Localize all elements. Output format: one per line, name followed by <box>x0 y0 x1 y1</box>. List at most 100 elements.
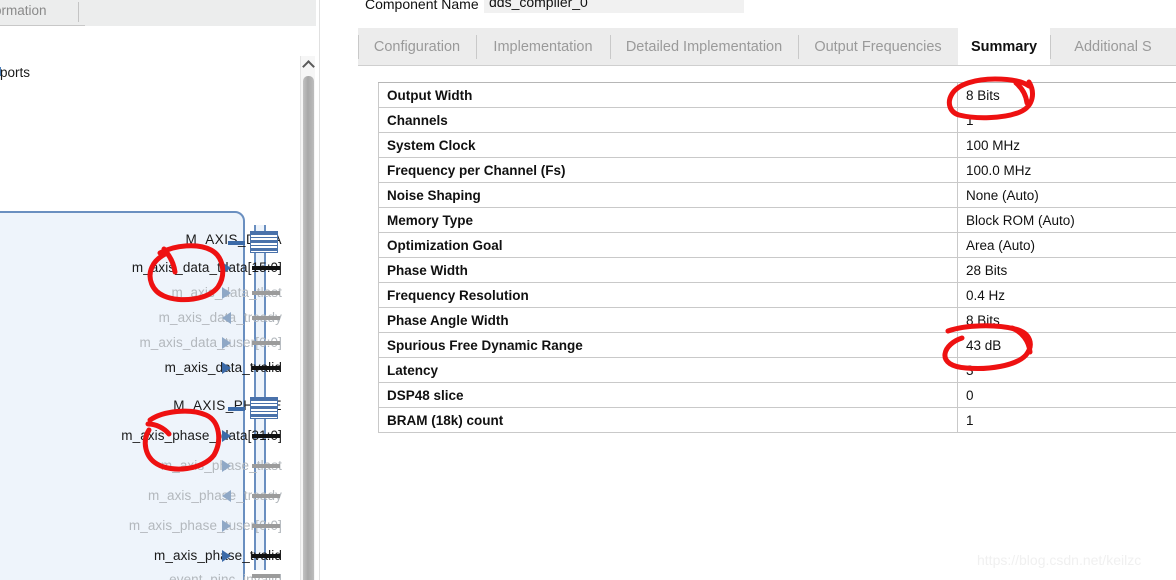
summary-row-label: DSP48 slice <box>378 383 958 407</box>
table-row[interactable]: BRAM (18k) count 1 <box>378 408 1176 433</box>
tabbar-underline <box>358 65 1176 66</box>
port-pin-phase-tdata <box>252 434 280 438</box>
summary-row-value: 0 <box>966 387 974 403</box>
left-tabstrip-filler <box>85 0 320 26</box>
panel-splitter[interactable] <box>316 0 320 580</box>
summary-row-label: Optimization Goal <box>378 233 958 257</box>
arrow-out-icon-data-tlast <box>222 287 231 299</box>
watermark-text: https://blog.csdn.net/keilzc <box>977 552 1142 568</box>
group-collapse-dash-data[interactable] <box>228 241 245 245</box>
summary-table: Output Width 8 Bits Channels 1 System Clock 1… <box>378 82 1176 433</box>
tab-additional-s[interactable]: Additional S <box>1050 28 1176 66</box>
table-row[interactable]: Channels 1 <box>378 108 1176 133</box>
tab-separator <box>476 35 477 59</box>
summary-row-label: Output Width <box>378 83 958 107</box>
port-pin-event-pinc-invalid <box>252 574 280 578</box>
summary-row-value: 100 MHz <box>966 137 1021 153</box>
scrollbar-thumb[interactable] <box>303 76 314 580</box>
table-row[interactable]: Output Width 8 Bits <box>378 83 1176 108</box>
table-row[interactable]: Phase Width 28 Bits <box>378 258 1176 283</box>
tab-label: Implementation <box>493 39 593 55</box>
arrow-out-icon-phase-tvalid <box>222 550 231 562</box>
tab-implementation[interactable]: Implementation <box>476 28 610 66</box>
tab-label: Detailed Implementation <box>625 39 783 55</box>
component-name-input[interactable] <box>484 0 744 13</box>
arrow-out-icon-phase-tdata <box>222 430 231 442</box>
tab-configuration[interactable]: Configuration <box>358 28 476 66</box>
summary-row-label: Frequency Resolution <box>378 283 958 307</box>
port-pin-data-tready <box>252 316 280 320</box>
summary-row-value: None (Auto) <box>966 187 1039 203</box>
arrow-out-icon-data-tuser <box>222 337 231 349</box>
table-row[interactable]: DSP48 slice 0 <box>378 383 1176 408</box>
summary-row-value: 100.0 MHz <box>966 162 1032 178</box>
component-name-label: Component Name <box>365 0 479 12</box>
port-pin-data-tvalid <box>252 366 280 370</box>
chevron-up-icon[interactable] <box>301 56 315 71</box>
summary-row-value: 8 Bits <box>966 87 1000 103</box>
port-pin-phase-tvalid <box>252 554 280 558</box>
summary-row-label: Channels <box>378 108 958 132</box>
summary-row-label: BRAM (18k) count <box>378 408 958 432</box>
summary-row-value: 0.4 Hz <box>966 287 1006 303</box>
summary-row-value: 1 <box>966 412 974 428</box>
bus-connector-data-icon <box>250 231 278 253</box>
summary-row-value: 43 dB <box>966 337 1002 353</box>
summary-row-value: Block ROM (Auto) <box>966 212 1075 228</box>
arrow-in-icon-phase-tready <box>222 490 231 502</box>
port-pin-phase-tlast <box>252 464 280 468</box>
table-row[interactable]: Latency 3 <box>378 358 1176 383</box>
summary-row-label: Phase Width <box>378 258 958 282</box>
port-pin-phase-tuser <box>252 524 280 528</box>
tab-summary[interactable]: Summary <box>958 28 1050 66</box>
arrow-out-icon-phase-tlast <box>222 460 231 472</box>
table-row[interactable]: Frequency per Channel (Fs) 100.0 MHz <box>378 158 1176 183</box>
port-pin-data-tuser <box>252 341 280 345</box>
tab-label: Summary <box>970 38 1038 55</box>
left-ip-symbol-panel: ormation ports M_AXIS_DATA m_axis_data_t… <box>0 0 320 580</box>
app-window: ormation ports M_AXIS_DATA m_axis_data_t… <box>0 0 1176 580</box>
summary-row-label: Phase Angle Width <box>378 308 958 332</box>
tab-separator <box>358 35 359 59</box>
summary-row-label: Memory Type <box>378 208 958 232</box>
port-pin-data-tlast <box>252 291 280 295</box>
summary-row-label: Spurious Free Dynamic Range <box>378 333 958 357</box>
table-row[interactable]: Frequency Resolution 0.4 Hz <box>378 283 1176 308</box>
table-row[interactable]: Optimization Goal Area (Auto) <box>378 233 1176 258</box>
summary-row-label: System Clock <box>378 133 958 157</box>
summary-row-value: 28 Bits <box>966 262 1008 278</box>
summary-row-label: Latency <box>378 358 958 382</box>
tab-separator <box>610 35 611 59</box>
arrow-out-icon-data-tdata <box>222 262 231 274</box>
tab-separator <box>1050 35 1051 59</box>
tab-label: Output Frequencies <box>814 39 942 55</box>
tabbar: Configuration Implementation Detailed Impl… <box>358 28 1176 66</box>
summary-row-value: 8 Bits <box>966 312 1000 328</box>
bus-connector-phase-icon <box>250 397 278 419</box>
show-ports-label: ports <box>0 65 31 80</box>
left-tab-information[interactable]: ormation <box>0 3 47 18</box>
table-row[interactable]: Phase Angle Width 8 Bits <box>378 308 1176 333</box>
tab-label: Additional S <box>1074 39 1152 55</box>
group-collapse-dash-phase[interactable] <box>228 407 245 411</box>
table-row[interactable]: Memory Type Block ROM (Auto) <box>378 208 1176 233</box>
summary-row-value: 1 <box>966 112 974 128</box>
table-row[interactable]: Noise Shaping None (Auto) <box>378 183 1176 208</box>
table-row[interactable]: Spurious Free Dynamic Range 43 dB <box>378 333 1176 358</box>
tab-label: Configuration <box>373 39 461 55</box>
left-panel-scrollbar[interactable] <box>300 56 315 580</box>
left-tabstrip: ormation <box>0 0 320 26</box>
port-pin-data-tdata <box>252 266 280 270</box>
table-row[interactable]: System Clock 100 MHz <box>378 133 1176 158</box>
summary-row-label: Frequency per Channel (Fs) <box>378 158 958 182</box>
arrow-in-icon-data-tready <box>222 312 231 324</box>
summary-row-value: 3 <box>966 362 974 378</box>
summary-row-label: Noise Shaping <box>378 183 958 207</box>
arrow-out-icon-data-tvalid <box>222 362 231 374</box>
tab-output-frequencies[interactable]: Output Frequencies <box>798 28 958 66</box>
tab-detailed-implementation[interactable]: Detailed Implementation <box>610 28 798 66</box>
summary-row-value: Area (Auto) <box>966 237 1036 253</box>
left-tab-separator <box>78 2 79 22</box>
tab-separator <box>798 35 799 59</box>
arrow-out-icon-phase-tuser <box>222 520 231 532</box>
